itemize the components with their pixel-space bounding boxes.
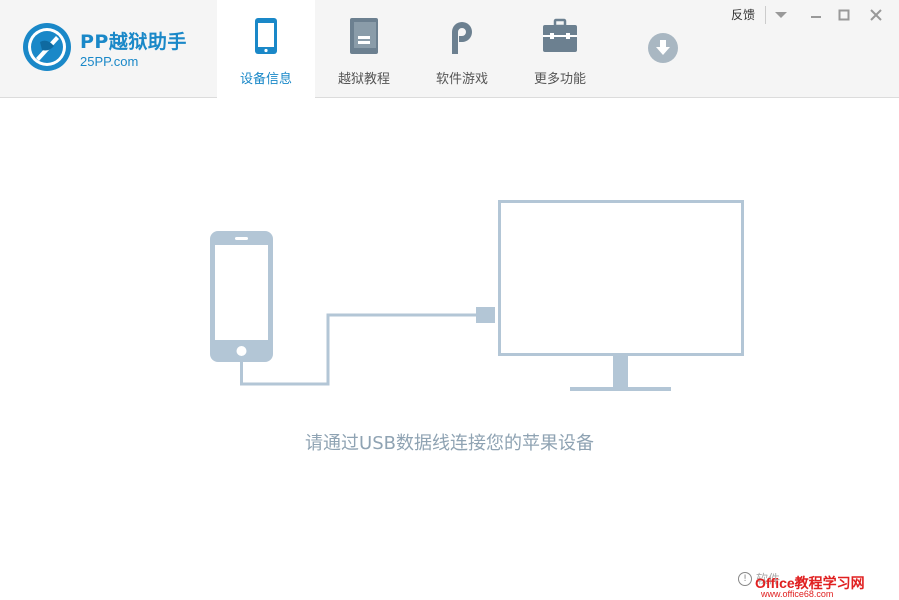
app-title: PP越狱助手 xyxy=(80,31,187,53)
pp-logo-icon xyxy=(23,23,71,71)
book-icon xyxy=(350,18,378,54)
maximize-icon[interactable] xyxy=(834,5,854,25)
tab-more-features[interactable]: 更多功能 xyxy=(511,0,609,98)
watermark: Office教程学习网 www.office68.com xyxy=(755,553,895,599)
monitor-icon xyxy=(498,200,744,391)
device-info-panel: 请通过USB数据线连接您的苹果设备 ! 软件... xyxy=(0,99,899,600)
watermark-url: www.office68.com xyxy=(761,589,834,599)
connect-device-illustration xyxy=(210,200,744,391)
tab-label: 越狱教程 xyxy=(337,72,390,87)
app-logo: PP越狱助手 25PP.com xyxy=(22,22,202,78)
info-icon: ! xyxy=(738,571,752,586)
tab-jailbreak-tutorial[interactable]: 越狱教程 xyxy=(315,0,413,98)
download-icon[interactable] xyxy=(647,32,679,64)
usb-cable-icon xyxy=(240,307,495,386)
app-site: 25PP.com xyxy=(80,54,139,69)
tab-label: 更多功能 xyxy=(533,72,586,87)
title-bar: PP越狱助手 25PP.com 设备信息 越狱教程 软件游戏 更多功能 反馈 xyxy=(0,0,899,98)
divider xyxy=(765,6,766,24)
feedback-link[interactable]: 反馈 xyxy=(731,6,755,23)
tab-label: 软件游戏 xyxy=(435,72,488,87)
phone-icon xyxy=(255,18,277,54)
menu-dropdown-icon[interactable] xyxy=(771,5,791,25)
iphone-icon xyxy=(210,231,273,362)
tab-label: 设备信息 xyxy=(239,72,292,87)
connect-prompt: 请通过USB数据线连接您的苹果设备 xyxy=(305,433,594,454)
pp-app-icon xyxy=(452,22,472,54)
close-icon[interactable] xyxy=(866,5,886,25)
minimize-icon[interactable] xyxy=(806,5,826,25)
toolbox-icon xyxy=(543,18,577,52)
tab-device-info[interactable]: 设备信息 xyxy=(217,0,315,98)
tab-software-games[interactable]: 软件游戏 xyxy=(413,0,511,98)
